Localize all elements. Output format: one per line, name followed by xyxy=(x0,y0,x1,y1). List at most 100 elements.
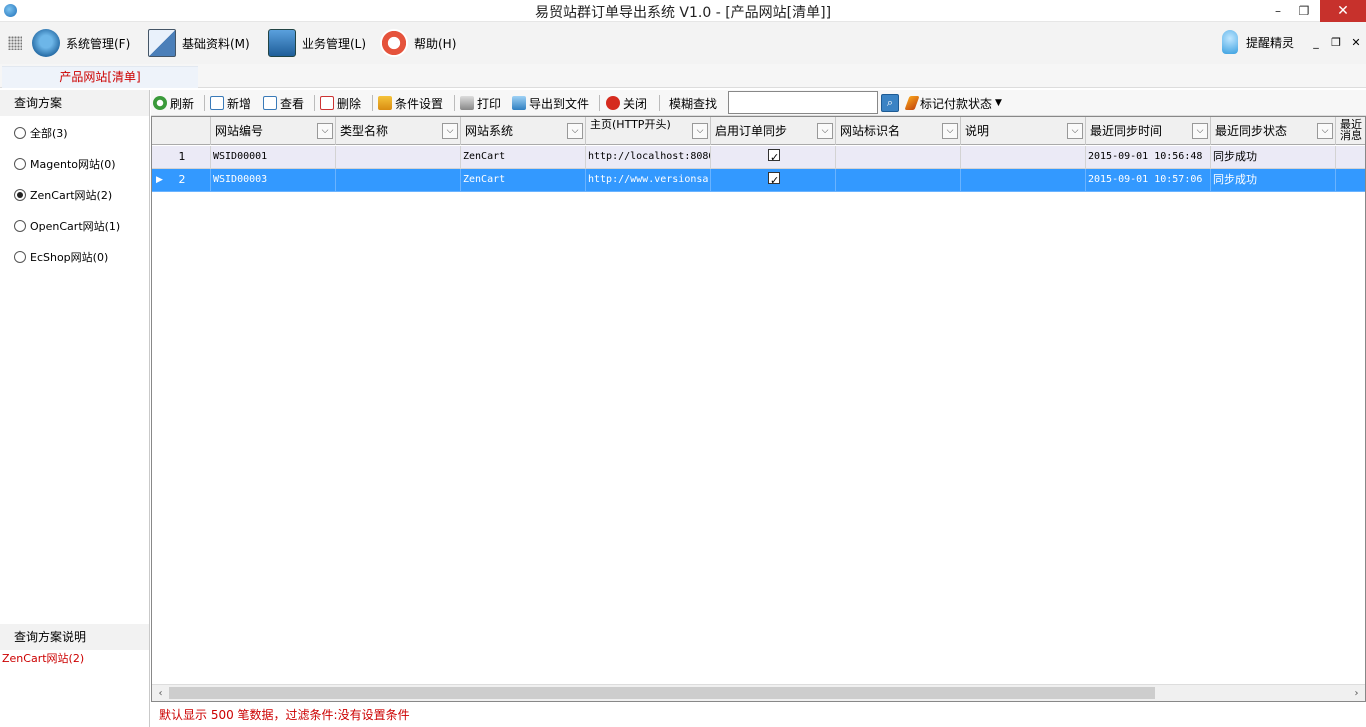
reminder-button[interactable]: 提醒精灵 xyxy=(1221,30,1294,54)
cell-note[interactable] xyxy=(961,169,1086,192)
query-scheme-header: 查询方案 xyxy=(0,90,149,116)
column-header-type-name[interactable]: 类型名称 ⌵ xyxy=(336,117,461,145)
scroll-right-arrow-icon[interactable]: › xyxy=(1348,685,1365,701)
cell-last-sync-time[interactable]: 2015-09-01 10:56:48 xyxy=(1086,146,1211,169)
print-button[interactable]: 打印 xyxy=(460,93,501,113)
horizontal-scrollbar[interactable]: ‹ › xyxy=(152,684,1365,701)
status-bar: 默认显示 500 笔数据，过滤条件:没有设置条件 xyxy=(151,703,1366,727)
column-header-last-message[interactable]: 最近消息 xyxy=(1336,117,1365,145)
filter-dropdown-icon[interactable]: ⌵ xyxy=(442,123,458,139)
delete-button[interactable]: 删除 xyxy=(320,93,361,113)
menu-business[interactable]: 业务管理(L) xyxy=(268,27,366,59)
add-button[interactable]: 新增 xyxy=(210,93,251,113)
column-header-label: 主页(HTTP开头) xyxy=(590,118,671,131)
menu-help[interactable]: 帮助(H) xyxy=(380,27,456,59)
cell-type-name[interactable] xyxy=(336,146,461,169)
close-tab-button[interactable]: 关闭 xyxy=(606,93,647,113)
mdi-restore-button[interactable]: ❐ xyxy=(1329,36,1343,49)
column-header-last-sync-status[interactable]: 最近同步状态 ⌵ xyxy=(1211,117,1336,145)
close-window-button[interactable]: ✕ xyxy=(1320,0,1366,22)
menu-base-data[interactable]: 基础资料(M) xyxy=(148,27,250,59)
filter-dropdown-icon[interactable]: ⌵ xyxy=(1067,123,1083,139)
cell-enable-sync[interactable] xyxy=(711,169,836,192)
table-row[interactable]: 1 WSID00001 ZenCart http://localhost:808… xyxy=(152,146,1365,169)
checkbox-checked-icon[interactable] xyxy=(768,147,780,168)
window-title: 易贸站群订单导出系统 V1.0 - [产品网站[清单]] xyxy=(534,5,832,21)
dropdown-arrow-icon: ▼ xyxy=(995,98,1002,108)
column-header-enable-sync[interactable]: 启用订单同步 ⌵ xyxy=(711,117,836,145)
filter-dropdown-icon[interactable]: ⌵ xyxy=(817,123,833,139)
fuzzy-search-input[interactable] xyxy=(728,91,878,114)
cell-enable-sync[interactable] xyxy=(711,146,836,169)
cell-type-name[interactable] xyxy=(336,169,461,192)
query-scheme-panel: 查询方案 全部(3) Magento网站(0) ZenCart网站(2) Ope… xyxy=(0,90,150,727)
filter-dropdown-icon[interactable]: ⌵ xyxy=(567,123,583,139)
cell-site-system[interactable]: ZenCart xyxy=(461,169,586,192)
cell-last-sync-time[interactable]: 2015-09-01 10:57:06 xyxy=(1086,169,1211,192)
radio-icon[interactable] xyxy=(14,251,26,263)
scrollbar-thumb[interactable] xyxy=(169,687,1155,699)
column-header-homepage[interactable]: 主页(HTTP开头) ⌵ xyxy=(586,117,711,145)
mdi-minimize-button[interactable]: _ xyxy=(1309,36,1323,49)
radio-option-all[interactable]: 全部(3) xyxy=(14,123,68,143)
menu-business-label: 业务管理(L) xyxy=(302,36,367,51)
column-header-note[interactable]: 说明 ⌵ xyxy=(961,117,1086,145)
filter-dropdown-icon[interactable]: ⌵ xyxy=(692,123,708,139)
cell-homepage[interactable]: http://www.versionsa xyxy=(586,169,711,192)
cell-site-ident[interactable] xyxy=(836,169,961,192)
row-number: 1 xyxy=(152,146,211,169)
filter-dropdown-icon[interactable]: ⌵ xyxy=(1192,123,1208,139)
toolbar-grip-icon[interactable] xyxy=(8,36,22,50)
menu-system[interactable]: 系统管理(F) xyxy=(32,27,130,59)
cell-last-sync-status[interactable]: 同步成功 xyxy=(1211,146,1336,169)
column-header-site-system[interactable]: 网站系统 ⌵ xyxy=(461,117,586,145)
cell-site-system[interactable]: ZenCart xyxy=(461,146,586,169)
condition-settings-button[interactable]: 条件设置 xyxy=(378,93,443,113)
column-header-site-id[interactable]: 网站编号 ⌵ xyxy=(211,117,336,145)
toolbar-separator xyxy=(314,95,315,111)
filter-dropdown-icon[interactable]: ⌵ xyxy=(942,123,958,139)
toolbar-separator xyxy=(204,95,205,111)
column-header-last-sync-time[interactable]: 最近同步时间 ⌵ xyxy=(1086,117,1211,145)
title-bar: 易贸站群订单导出系统 V1.0 - [产品网站[清单]] – ❐ ✕ xyxy=(0,0,1366,22)
mark-payment-dropdown[interactable]: 标记付款状态 ▼ xyxy=(904,93,1002,113)
print-label: 打印 xyxy=(477,96,502,111)
cell-last-message[interactable] xyxy=(1336,169,1365,192)
tab-product-sites[interactable]: 产品网站[清单] xyxy=(2,66,198,88)
restore-button[interactable]: ❐ xyxy=(1290,0,1318,22)
cell-last-message[interactable] xyxy=(1336,146,1365,169)
cell-site-ident[interactable] xyxy=(836,146,961,169)
monitor-icon xyxy=(268,29,296,57)
mdi-close-button[interactable]: ✕ xyxy=(1349,36,1363,49)
cell-homepage[interactable]: http://localhost:8080 xyxy=(586,146,711,169)
cell-site-id[interactable]: WSID00001 xyxy=(211,146,336,169)
minimize-button[interactable]: – xyxy=(1264,0,1292,22)
cell-note[interactable] xyxy=(961,146,1086,169)
checkbox-checked-icon[interactable] xyxy=(768,170,780,191)
radio-icon[interactable] xyxy=(14,127,26,139)
radio-option-zencart[interactable]: ZenCart网站(2) xyxy=(14,185,112,205)
radio-option-magento[interactable]: Magento网站(0) xyxy=(14,154,116,174)
radio-icon[interactable] xyxy=(14,158,26,170)
filter-dropdown-icon[interactable]: ⌵ xyxy=(1317,123,1333,139)
scroll-left-arrow-icon[interactable]: ‹ xyxy=(152,685,169,701)
cell-last-sync-status[interactable]: 同步成功 xyxy=(1211,169,1336,192)
scheme-description-header: 查询方案说明 xyxy=(0,624,149,650)
refresh-button[interactable]: 刷新 xyxy=(153,93,194,113)
filter-dropdown-icon[interactable]: ⌵ xyxy=(317,123,333,139)
radio-option-opencart[interactable]: OpenCart网站(1) xyxy=(14,216,120,236)
column-header-label: 最近消息 xyxy=(1340,118,1362,142)
document-tab-bar: 产品网站[清单] xyxy=(0,64,1366,88)
radio-label: OpenCart网站(1) xyxy=(30,220,121,233)
radio-icon[interactable] xyxy=(14,220,26,232)
view-label: 查看 xyxy=(280,96,305,111)
lifebuoy-icon xyxy=(380,29,408,57)
column-header-site-ident[interactable]: 网站标识名 ⌵ xyxy=(836,117,961,145)
export-file-button[interactable]: 导出到文件 xyxy=(512,93,589,113)
radio-option-ecshop[interactable]: EcShop网站(0) xyxy=(14,247,108,267)
view-button[interactable]: 查看 xyxy=(263,93,304,113)
search-button[interactable]: ⌕ xyxy=(881,94,899,112)
cell-site-id[interactable]: WSID00003 xyxy=(211,169,336,192)
table-row-selected[interactable]: ▶ 2 WSID00003 ZenCart http://www.version… xyxy=(152,169,1365,192)
radio-checked-icon[interactable] xyxy=(14,189,26,201)
